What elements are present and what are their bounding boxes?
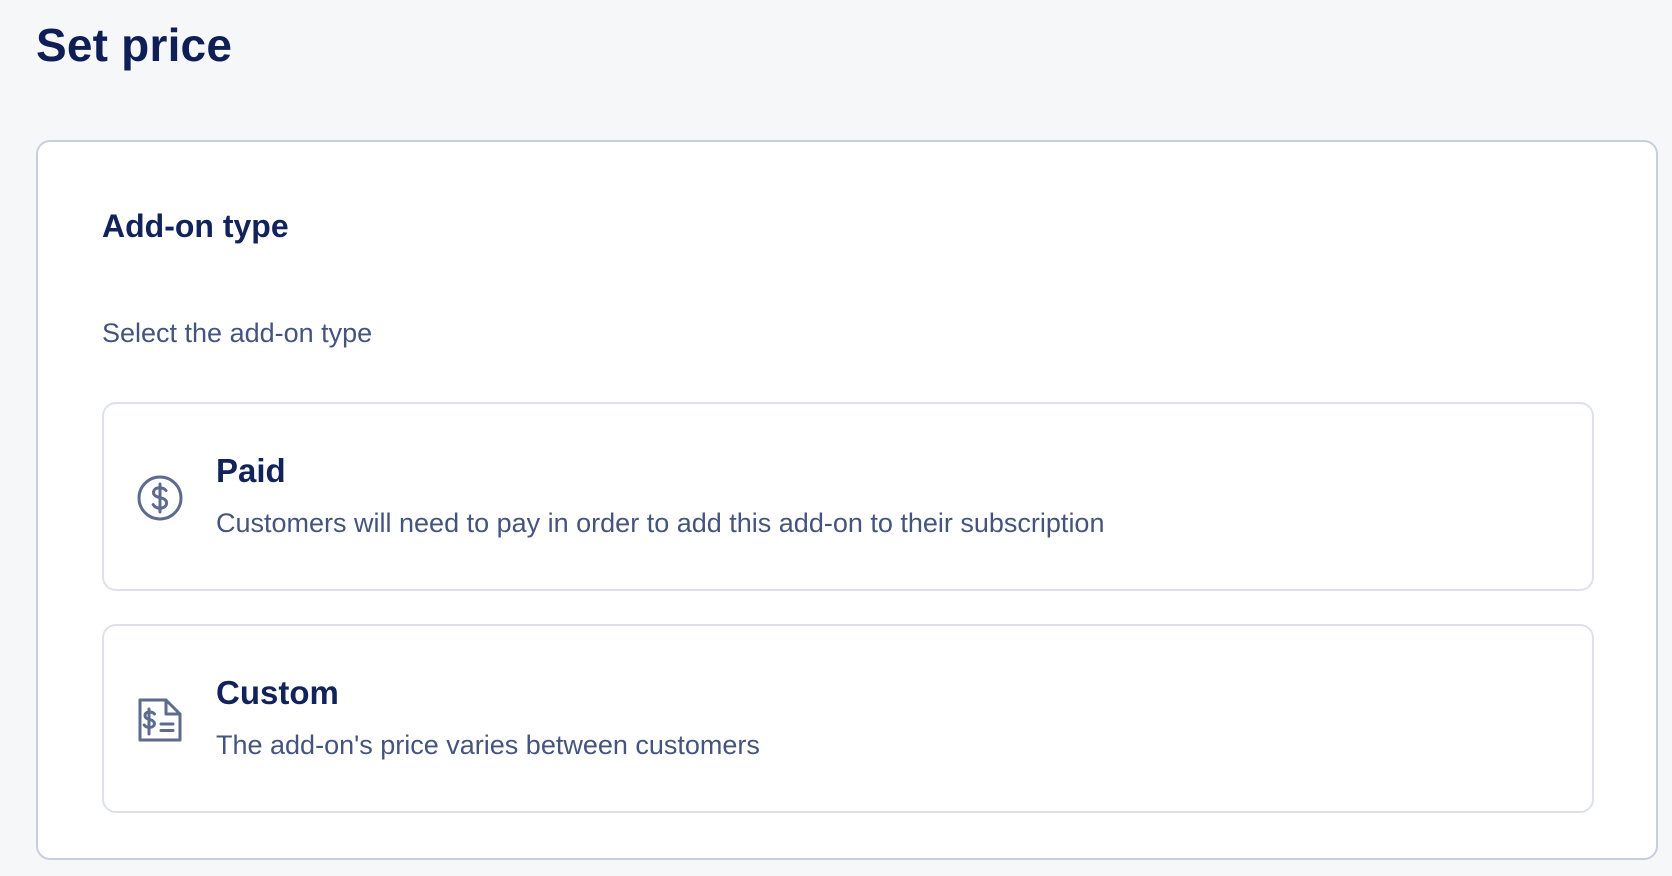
section-subtitle: Select the add-on type	[102, 318, 373, 348]
option-title: Custom	[216, 674, 339, 711]
addon-type-card: Add-on type Select the add-on type Paid …	[36, 140, 1658, 860]
option-description: The add-on's price varies between custom…	[216, 730, 760, 760]
option-custom[interactable]: Custom The add-on's price varies between…	[102, 624, 1594, 813]
page-title: Set price	[36, 19, 233, 71]
price-document-icon	[134, 694, 186, 746]
section-title: Add-on type	[102, 208, 289, 244]
option-description: Customers will need to pay in order to a…	[216, 508, 1105, 538]
option-paid[interactable]: Paid Customers will need to pay in order…	[102, 402, 1594, 591]
option-title: Paid	[216, 452, 286, 489]
dollar-circle-icon	[134, 472, 186, 524]
